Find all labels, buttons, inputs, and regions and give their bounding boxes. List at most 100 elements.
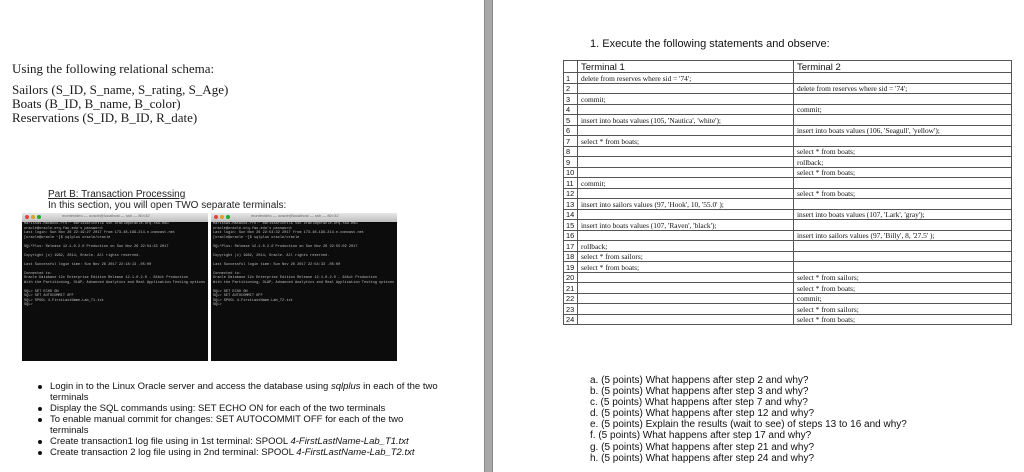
- terminal-2-cell: insert into sailors values (97, 'Billy',…: [793, 229, 1012, 241]
- table-row: 3 commit;: [563, 93, 1012, 105]
- table-row: 11 commit;: [563, 177, 1012, 189]
- step-number: 2: [563, 82, 578, 94]
- terminal-2-cell: rollback;: [793, 156, 1012, 168]
- step-number: 18: [563, 250, 578, 262]
- terminal-2-cell: commit;: [793, 292, 1012, 304]
- right-document-page: 1. Execute the following statements and …: [493, 0, 1024, 472]
- terminal-titlebar: montevideo — oracle@localhost — ssh — 80…: [211, 213, 397, 222]
- step-number: 9: [563, 156, 578, 168]
- table-row: 24 select * from boats;: [563, 313, 1012, 325]
- terminal-1-cell: insert into boats values (107, 'Raven', …: [577, 219, 794, 231]
- terminal-2-cell: select * from boats;: [793, 187, 1012, 199]
- left-document-page: Using the following relational schema: S…: [0, 0, 484, 472]
- minimize-icon: [31, 215, 35, 219]
- table-row: 18 select * from sailors;: [563, 250, 1012, 262]
- step-number: 17: [563, 240, 578, 252]
- table-row: 20 select * from sailors;: [563, 271, 1012, 283]
- step-number: 15: [563, 219, 578, 231]
- list-item: Create transaction 2 log file using in 2…: [38, 447, 438, 458]
- step-number: 16: [563, 229, 578, 241]
- terminal-2-cell: [793, 198, 1012, 210]
- step-number: 5: [563, 114, 578, 126]
- terminal-line: SQL>: [213, 303, 222, 307]
- step-number: 11: [563, 177, 578, 189]
- terminal-1-cell: [577, 187, 794, 199]
- terminal-1-cell: [577, 229, 794, 241]
- terminal-1-cell: [577, 292, 794, 304]
- table-row: 12 select * from boats;: [563, 187, 1012, 199]
- step-number: 6: [563, 124, 578, 136]
- terminal-line: Oracle Database 12c Enterprise Edition R…: [24, 276, 188, 280]
- step-number: 7: [563, 135, 578, 147]
- terminal-1-cell: delete from reserves where sid = '74';: [577, 72, 794, 84]
- table-row: 14 insert into boats values (107, 'Lark',…: [563, 208, 1012, 220]
- table-row: 6 insert into boats values (106, 'Seagull…: [563, 124, 1012, 136]
- terminal-1-cell: [577, 156, 794, 168]
- table-row: 7 select * from boats;: [563, 135, 1012, 147]
- terminal-2-cell: [793, 261, 1012, 273]
- table-row: 21 select * from boats;: [563, 282, 1012, 294]
- step-number: 23: [563, 303, 578, 315]
- terminal-1-cell: insert into sailors values (97, 'Hook', …: [577, 198, 794, 210]
- question-item: h. (5 points) What happens after step 24…: [590, 452, 815, 464]
- terminal-2-cell: commit;: [793, 103, 1012, 115]
- step-number: 1: [563, 72, 578, 84]
- terminal-2-cell: insert into boats values (106, 'Seagull'…: [793, 124, 1012, 136]
- terminal-output: Marissas-MacBook-Pro:~ marissafichtl$ ss…: [22, 222, 208, 308]
- terminal-2-cell: [793, 72, 1012, 84]
- terminal-line: SQL>: [24, 303, 33, 307]
- terminal-2-cell: select * from boats;: [793, 166, 1012, 178]
- terminal-line: With the Partitioning, OLAP, Advanced An…: [24, 280, 206, 285]
- terminal-1-cell: [577, 282, 794, 294]
- schema-intro: Using the following relational schema:: [12, 61, 215, 76]
- column-header: Terminal 1: [577, 60, 794, 73]
- step-number: 4: [563, 103, 578, 115]
- terminal-2-cell: select * from sailors;: [793, 303, 1012, 315]
- table-row: 1 delete from reserves where sid = '74';: [563, 72, 1012, 84]
- terminal-1-cell: [577, 124, 794, 136]
- table-row: 23 select * from sailors;: [563, 303, 1012, 315]
- instructions-list: Login in to the Linux Oracle server and …: [38, 381, 438, 458]
- list-item: To enable manual commit for changes: SET…: [38, 414, 438, 436]
- terminal-1-cell: select * from boats;: [577, 135, 794, 147]
- question-item: b. (5 points) What happens after step 3 …: [590, 386, 809, 398]
- terminal-2-cell: [793, 250, 1012, 262]
- terminal-2-cell: insert into boats values (107, 'Lark', '…: [793, 208, 1012, 220]
- terminal-1-cell: commit;: [577, 93, 794, 105]
- table-row: 5 insert into boats values (105, 'Nautica…: [563, 114, 1012, 126]
- terminal-1-cell: commit;: [577, 177, 794, 189]
- terminal-titlebar: montevideo — oracle@localhost — ssh — 80…: [22, 213, 208, 222]
- column-header: [563, 60, 578, 73]
- terminal-1-cell: [577, 313, 794, 325]
- terminal-line: Oracle Database 12c Enterprise Edition R…: [213, 276, 377, 280]
- part-b-text: In this section, you will open TWO separ…: [48, 200, 287, 211]
- part-b-title: Part B: Transaction Processing: [48, 189, 186, 200]
- terminal-screenshot-2: montevideo — oracle@localhost — ssh — 80…: [211, 213, 397, 361]
- close-icon: [214, 215, 218, 219]
- terminal-1-cell: [577, 303, 794, 315]
- step-number: 19: [563, 261, 578, 273]
- questions-list: a. (5 points) What happens after step 2 …: [590, 375, 907, 464]
- step-number: 21: [563, 282, 578, 294]
- terminal-1-cell: insert into boats values (105, 'Nautica'…: [577, 114, 794, 126]
- table-row: 8 select * from boats;: [563, 145, 1012, 157]
- question-item: d. (5 points) What happens after step 12…: [590, 408, 815, 420]
- terminal-2-cell: [793, 219, 1012, 231]
- terminal-1-cell: [577, 208, 794, 220]
- close-icon: [25, 215, 29, 219]
- terminal-output: Marissas-MacBook-Pro:~ marissafichtl$ ss…: [211, 222, 397, 308]
- terminal-1-cell: [577, 145, 794, 157]
- column-header: Terminal 2: [793, 60, 1012, 73]
- step-number: 3: [563, 93, 578, 105]
- step-number: 22: [563, 292, 578, 304]
- step-number: 12: [563, 187, 578, 199]
- table-row: 16 insert into sailors values (97, 'Billy…: [563, 229, 1012, 241]
- terminal-title: montevideo — oracle@localhost — ssh — 80…: [251, 213, 339, 218]
- terminal-2-cell: delete from reserves where sid = '74';: [793, 82, 1012, 94]
- table-row: 2 delete from reserves where sid = '74';: [563, 82, 1012, 94]
- terminal-2-cell: select * from boats;: [793, 313, 1012, 325]
- terminal-2-cell: [793, 114, 1012, 126]
- schema-reservations: Reservations (S_ID, B_ID, R_date): [12, 110, 198, 125]
- step-number: 24: [563, 313, 578, 325]
- list-item: Login in to the Linux Oracle server and …: [38, 381, 438, 403]
